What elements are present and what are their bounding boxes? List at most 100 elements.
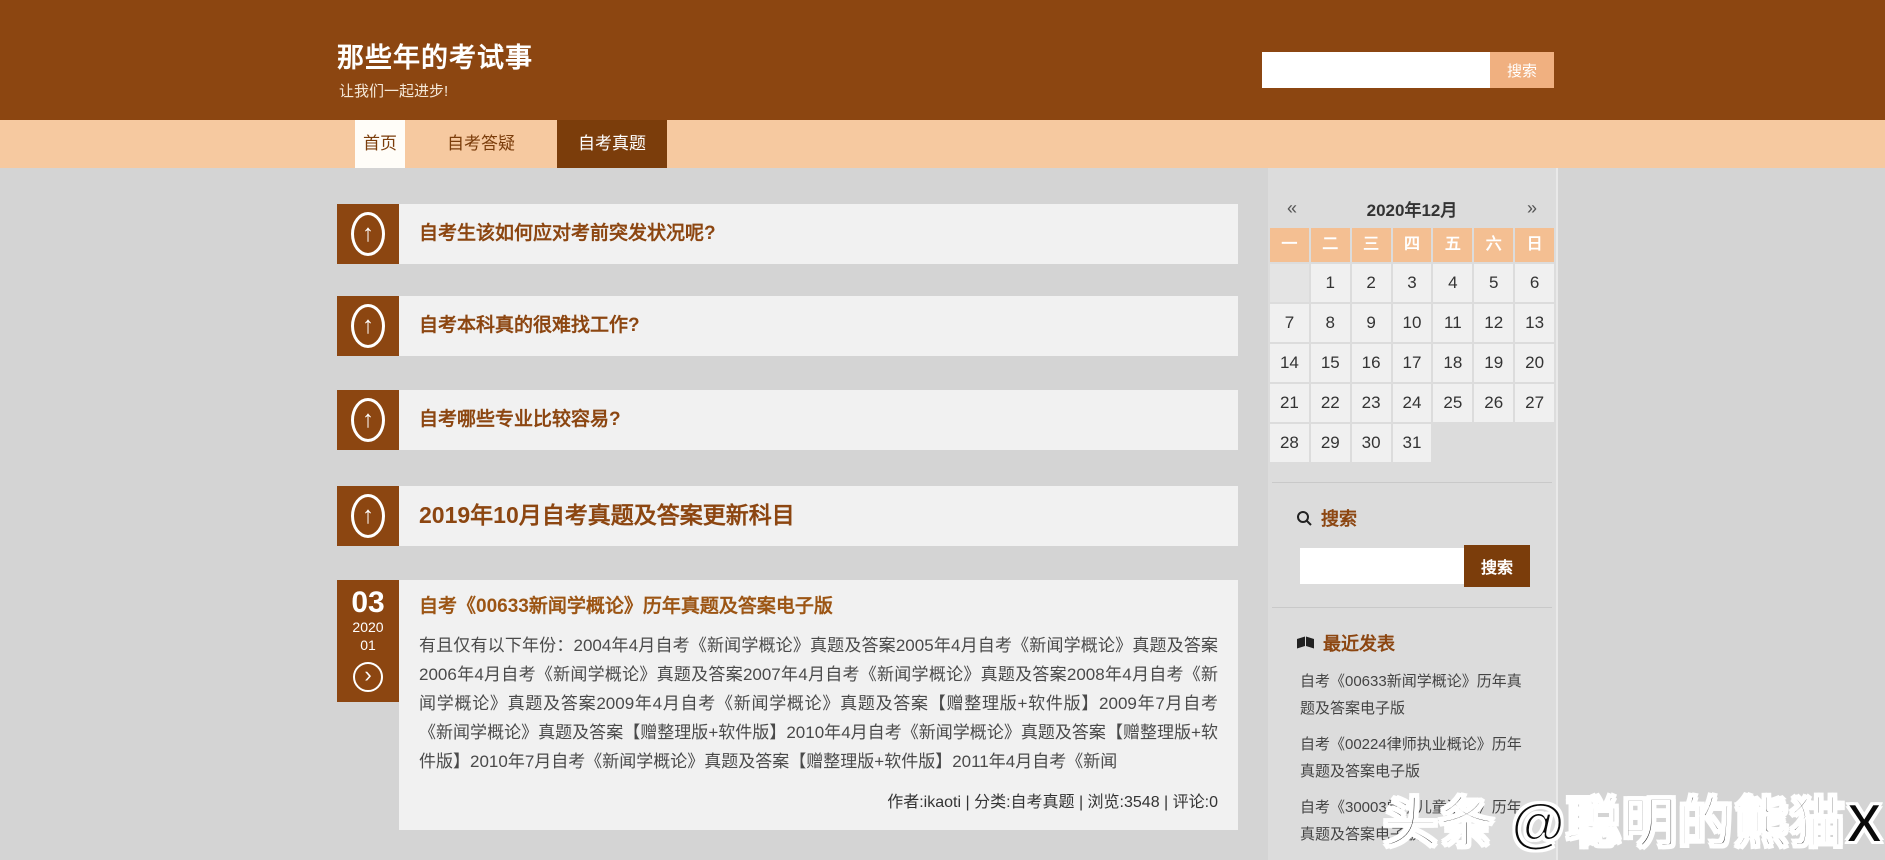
recent-post-link[interactable]: 自考《00224律师执业概论》历年真题及答案电子版 — [1300, 731, 1535, 785]
sidebar-search-input[interactable] — [1300, 548, 1464, 584]
calendar-day[interactable]: 28 — [1270, 424, 1309, 462]
post-title-link[interactable]: 自考《00633新闻学概论》历年真题及答案电子版 — [419, 595, 1218, 620]
calendar-day[interactable]: 31 — [1392, 424, 1432, 462]
article-box: 自考生该如何应对考前突发状况呢? — [399, 204, 1238, 264]
article-row: ↑ 自考哪些专业比较容易? — [337, 390, 1238, 450]
post-date-badge[interactable]: 03 2020 01 › — [337, 580, 399, 702]
calendar-day[interactable]: 20 — [1515, 344, 1554, 382]
calendar-day[interactable]: 2 — [1351, 264, 1391, 302]
calendar-day[interactable]: 23 — [1351, 384, 1391, 422]
site-header: 那些年的考试事 让我们一起进步! 搜索 — [0, 0, 1885, 120]
post-date-year: 2020 — [352, 619, 384, 635]
recent-post-link[interactable]: 自考《00633新闻学概论》历年真题及答案电子版 — [1300, 668, 1535, 722]
calendar-day[interactable]: 1 — [1310, 264, 1350, 302]
site-title[interactable]: 那些年的考试事 — [337, 36, 533, 75]
calendar-day[interactable]: 27 — [1515, 384, 1554, 422]
main-nav: 首页 自考答疑 自考真题 — [0, 120, 1885, 168]
article-row: ↑ 2019年10月自考真题及答案更新科目 — [337, 486, 1238, 546]
article-title-link[interactable]: 自考生该如何应对考前突发状况呢? — [399, 222, 736, 247]
calendar-day[interactable]: 26 — [1474, 384, 1514, 422]
calendar-blank-cell — [1474, 424, 1513, 462]
post-meta: 作者:ikaoti | 分类:自考真题 | 浏览:3548 | 评论:0 — [887, 793, 1218, 811]
calendar-title: 2020年12月 — [1366, 200, 1458, 220]
sidebar-search-button[interactable]: 搜索 — [1464, 545, 1530, 587]
calendar-prev-button[interactable]: « — [1270, 198, 1314, 219]
calendar-blank-cell — [1433, 424, 1472, 462]
calendar-day[interactable]: 9 — [1351, 304, 1391, 342]
chevron-right-icon: › — [353, 662, 383, 692]
calendar-day[interactable]: 29 — [1310, 424, 1350, 462]
calendar-week-row: 14 15 16 17 18 19 20 — [1270, 344, 1554, 382]
calendar-weekday: 二 — [1310, 228, 1350, 262]
calendar-week-row: 28 29 30 31 — [1270, 424, 1554, 462]
calendar-day[interactable]: 12 — [1474, 304, 1514, 342]
calendar-empty-cell — [1270, 264, 1309, 302]
calendar-day[interactable]: 15 — [1310, 344, 1350, 382]
watermark: 头条 @聪明的熊猫X — [1382, 791, 1884, 855]
recent-posts-heading-label: 最近发表 — [1323, 634, 1395, 654]
calendar-day[interactable]: 24 — [1392, 384, 1432, 422]
article-box: 2019年10月自考真题及答案更新科目 — [399, 486, 1238, 546]
nav-tab-exam-papers[interactable]: 自考真题 — [557, 120, 667, 168]
calendar-blank-cell — [1515, 424, 1554, 462]
calendar-weekday: 日 — [1515, 228, 1554, 262]
header-search-button[interactable]: 搜索 — [1490, 52, 1554, 88]
book-icon — [1297, 636, 1314, 648]
calendar-day[interactable]: 10 — [1392, 304, 1432, 342]
calendar-week-row: 1 2 3 4 5 6 — [1270, 264, 1554, 302]
sidebar-search-heading-label: 搜索 — [1321, 509, 1357, 529]
calendar-weekday: 四 — [1392, 228, 1432, 262]
up-arrow-icon[interactable]: ↑ — [337, 204, 399, 264]
calendar-weekday: 六 — [1474, 228, 1514, 262]
post-row: 03 2020 01 › 自考《00633新闻学概论》历年真题及答案电子版 有且… — [337, 580, 1238, 830]
calendar-day[interactable]: 18 — [1433, 344, 1473, 382]
article-title-link[interactable]: 自考本科真的很难找工作? — [399, 314, 660, 339]
nav-tab-exam-qa[interactable]: 自考答疑 — [428, 120, 534, 168]
calendar-day[interactable]: 4 — [1433, 264, 1473, 302]
calendar-day[interactable]: 3 — [1392, 264, 1432, 302]
calendar-day[interactable]: 21 — [1270, 384, 1309, 422]
calendar-day[interactable]: 25 — [1433, 384, 1473, 422]
calendar-day[interactable]: 5 — [1474, 264, 1514, 302]
nav-tab-home[interactable]: 首页 — [355, 120, 405, 168]
calendar-day[interactable]: 22 — [1310, 384, 1350, 422]
calendar-day[interactable]: 14 — [1270, 344, 1309, 382]
post-excerpt: 有且仅有以下年份：2004年4月自考《新闻学概论》真题及答案2005年4月自考《… — [419, 635, 1218, 771]
article-row: ↑ 自考生该如何应对考前突发状况呢? — [337, 204, 1238, 264]
calendar-day[interactable]: 6 — [1515, 264, 1554, 302]
page: 那些年的考试事 让我们一起进步! 搜索 首页 自考答疑 自考真题 ↑ 自考生该如… — [0, 0, 1885, 860]
calendar-day[interactable]: 17 — [1392, 344, 1432, 382]
sidebar-search: 搜索 — [1300, 545, 1554, 587]
calendar-day[interactable]: 16 — [1351, 344, 1391, 382]
article-title-link[interactable]: 2019年10月自考真题及答案更新科目 — [399, 501, 815, 531]
up-arrow-icon[interactable]: ↑ — [337, 390, 399, 450]
calendar-widget: « 2020年12月 » 一 二 三 四 五 六 日 1 2 3 4 5 6 7… — [1270, 192, 1554, 462]
calendar-day[interactable]: 13 — [1515, 304, 1554, 342]
calendar-day[interactable]: 30 — [1351, 424, 1391, 462]
article-box: 自考本科真的很难找工作? — [399, 296, 1238, 356]
calendar-weekday-row: 一 二 三 四 五 六 日 — [1270, 228, 1554, 262]
article-title-link[interactable]: 自考哪些专业比较容易? — [399, 408, 641, 433]
sidebar-divider — [1272, 607, 1552, 608]
calendar-week-row: 21 22 23 24 25 26 27 — [1270, 384, 1554, 422]
calendar-next-button[interactable]: » — [1510, 198, 1554, 219]
calendar-weekday: 一 — [1270, 228, 1309, 262]
post-box: 自考《00633新闻学概论》历年真题及答案电子版 有且仅有以下年份：2004年4… — [399, 580, 1238, 830]
sidebar-divider — [1272, 482, 1552, 483]
up-arrow-icon[interactable]: ↑ — [337, 486, 399, 546]
article-row: ↑ 自考本科真的很难找工作? — [337, 296, 1238, 356]
up-arrow-icon[interactable]: ↑ — [337, 296, 399, 356]
calendar-caption: « 2020年12月 » — [1270, 192, 1554, 224]
sidebar: « 2020年12月 » 一 二 三 四 五 六 日 1 2 3 4 5 6 7… — [1268, 168, 1558, 860]
calendar-day[interactable]: 19 — [1474, 344, 1514, 382]
calendar-day[interactable]: 8 — [1310, 304, 1350, 342]
post-date-month: 01 — [360, 636, 376, 653]
calendar-weekday: 三 — [1351, 228, 1391, 262]
calendar-day[interactable]: 7 — [1270, 304, 1309, 342]
sidebar-search-heading: 搜索 — [1296, 505, 1554, 531]
site-subtitle: 让我们一起进步! — [339, 83, 449, 100]
header-search-input[interactable] — [1262, 52, 1490, 88]
article-box: 自考哪些专业比较容易? — [399, 390, 1238, 450]
calendar-day[interactable]: 11 — [1433, 304, 1473, 342]
search-icon — [1297, 510, 1312, 526]
